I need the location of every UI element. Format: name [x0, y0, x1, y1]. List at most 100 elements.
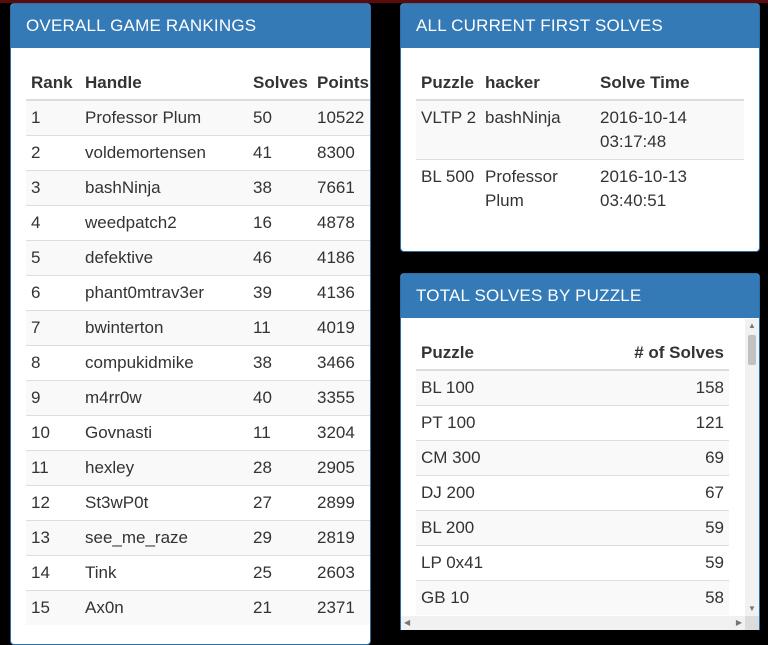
total-solves-row: BL 200 59	[416, 510, 729, 546]
points-cell: 4186	[312, 240, 370, 276]
rank-cell: 8	[26, 345, 80, 381]
handle-cell: compukidmike	[80, 345, 248, 381]
first-solves-header-time: Solve Time	[595, 66, 744, 101]
handle-cell: bwinterton	[80, 310, 248, 346]
rankings-row: 2 voldemortensen 41 8300	[26, 135, 370, 171]
rankings-row: 15 Ax0n 21 2371	[26, 590, 370, 625]
total-count-cell: 121	[547, 405, 729, 441]
total-solves-row: DJ 200 67	[416, 475, 729, 511]
points-cell: 7661	[312, 170, 370, 206]
handle-cell: m4rr0w	[80, 380, 248, 416]
handle-cell: bashNinja	[80, 170, 248, 206]
handle-cell: Professor Plum	[80, 99, 248, 136]
points-cell: 3355	[312, 380, 370, 416]
total-puzzle-cell: BL 100	[416, 369, 548, 406]
first-solves-body: VLTP 2 bashNinja 2016-10-14 03:17:48 BL 500…	[416, 99, 744, 218]
rank-cell: 14	[26, 555, 80, 591]
solves-cell: 39	[248, 275, 312, 311]
total-puzzle-cell: DJ 200	[416, 475, 548, 511]
total-puzzle-cell: PT 100	[416, 405, 548, 441]
total-solves-scroll-area[interactable]: Puzzle # of Solves BL 100 158 PT 100 121 CM …	[401, 319, 759, 630]
points-cell: 4878	[312, 205, 370, 241]
first-solve-time-cell: 2016-10-14 03:17:48	[595, 99, 744, 160]
total-solves-header-row: Puzzle # of Solves	[416, 336, 729, 371]
rank-cell: 1	[26, 99, 80, 136]
total-count-cell: 69	[547, 440, 729, 476]
total-solves-body: BL 100 158 PT 100 121 CM 300 69 DJ 200 67 BL 200…	[416, 369, 729, 615]
rankings-row: 9 m4rr0w 40 3355	[26, 380, 370, 416]
scroll-down-arrow-icon[interactable]: ▼	[748, 604, 756, 614]
rank-cell: 7	[26, 310, 80, 346]
handle-cell: Tink	[80, 555, 248, 591]
rankings-row: 1 Professor Plum 50 10522	[26, 99, 370, 136]
scroll-right-arrow-icon[interactable]: ▶	[736, 618, 742, 628]
solves-cell: 16	[248, 205, 312, 241]
horizontal-scrollbar[interactable]: ◀ ▶	[401, 616, 745, 630]
scroll-left-arrow-icon[interactable]: ◀	[404, 618, 410, 628]
rankings-row: 3 bashNinja 38 7661	[26, 170, 370, 206]
points-cell: 2371	[312, 590, 370, 625]
points-cell: 2899	[312, 485, 370, 521]
points-cell: 4019	[312, 310, 370, 346]
points-cell: 2905	[312, 450, 370, 486]
first-solves-row: VLTP 2 bashNinja 2016-10-14 03:17:48	[416, 99, 744, 160]
total-solves-title: TOTAL SOLVES BY PUZZLE	[401, 274, 759, 318]
total-puzzle-cell: CM 300	[416, 440, 548, 476]
rankings-title: OVERALL GAME RANKINGS	[11, 4, 370, 48]
rankings-row: 11 hexley 28 2905	[26, 450, 370, 486]
total-solves-row: PT 100 121	[416, 405, 729, 441]
rank-cell: 4	[26, 205, 80, 241]
rankings-header-rank: Rank	[26, 66, 80, 101]
rank-cell: 10	[26, 415, 80, 451]
first-solve-puzzle-cell: BL 500	[416, 159, 480, 218]
handle-cell: voldemortensen	[80, 135, 248, 171]
solves-cell: 11	[248, 310, 312, 346]
total-solves-row: GB 10 58	[416, 580, 729, 615]
rankings-body: 1 Professor Plum 50 10522 2 voldemortensen 41 8…	[26, 99, 370, 625]
solves-cell: 21	[248, 590, 312, 625]
solves-cell: 46	[248, 240, 312, 276]
points-cell: 10522	[312, 99, 370, 136]
solves-cell: 11	[248, 415, 312, 451]
solves-cell: 50	[248, 99, 312, 136]
rankings-row: 6 phant0mtrav3er 39 4136	[26, 275, 370, 311]
handle-cell: Govnasti	[80, 415, 248, 451]
rank-cell: 13	[26, 520, 80, 556]
rankings-row: 10 Govnasti 11 3204	[26, 415, 370, 451]
solves-cell: 38	[248, 170, 312, 206]
first-solves-title: ALL CURRENT FIRST SOLVES	[401, 4, 759, 48]
solves-cell: 38	[248, 345, 312, 381]
rankings-row: 13 see_me_raze 29 2819	[26, 520, 370, 556]
rankings-row: 14 Tink 25 2603	[26, 555, 370, 591]
handle-cell: hexley	[80, 450, 248, 486]
handle-cell: Ax0n	[80, 590, 248, 625]
first-solves-panel: ALL CURRENT FIRST SOLVES Puzzle hacker S…	[400, 3, 760, 252]
first-solves-row: BL 500 Professor Plum 2016-10-13 03:40:51	[416, 159, 744, 218]
solves-cell: 29	[248, 520, 312, 556]
rankings-header-points: Points	[312, 66, 370, 101]
rank-cell: 9	[26, 380, 80, 416]
rankings-header-solves: Solves	[248, 66, 312, 101]
first-solve-hacker-cell: bashNinja	[480, 99, 595, 160]
rank-cell: 11	[26, 450, 80, 486]
total-count-cell: 67	[547, 475, 729, 511]
overall-rankings-panel: OVERALL GAME RANKINGS Rank Handle Solves…	[10, 3, 371, 645]
rank-cell: 15	[26, 590, 80, 625]
scroll-up-arrow-icon[interactable]: ▲	[748, 321, 756, 331]
vertical-scrollbar[interactable]: ▲ ▼	[745, 319, 759, 616]
total-solves-table: Puzzle # of Solves BL 100 158 PT 100 121 CM …	[416, 336, 729, 615]
scrollbar-corner	[745, 616, 759, 630]
vertical-scroll-thumb[interactable]	[748, 335, 756, 365]
solves-cell: 40	[248, 380, 312, 416]
first-solves-header-row: Puzzle hacker Solve Time	[416, 66, 744, 101]
total-count-cell: 59	[547, 510, 729, 546]
solves-cell: 27	[248, 485, 312, 521]
rank-cell: 12	[26, 485, 80, 521]
rankings-row: 12 St3wP0t 27 2899	[26, 485, 370, 521]
first-solve-time-cell: 2016-10-13 03:40:51	[595, 159, 744, 218]
handle-cell: phant0mtrav3er	[80, 275, 248, 311]
handle-cell: weedpatch2	[80, 205, 248, 241]
first-solves-header-puzzle: Puzzle	[416, 66, 480, 101]
handle-cell: defektive	[80, 240, 248, 276]
first-solves-header-hacker: hacker	[480, 66, 595, 101]
